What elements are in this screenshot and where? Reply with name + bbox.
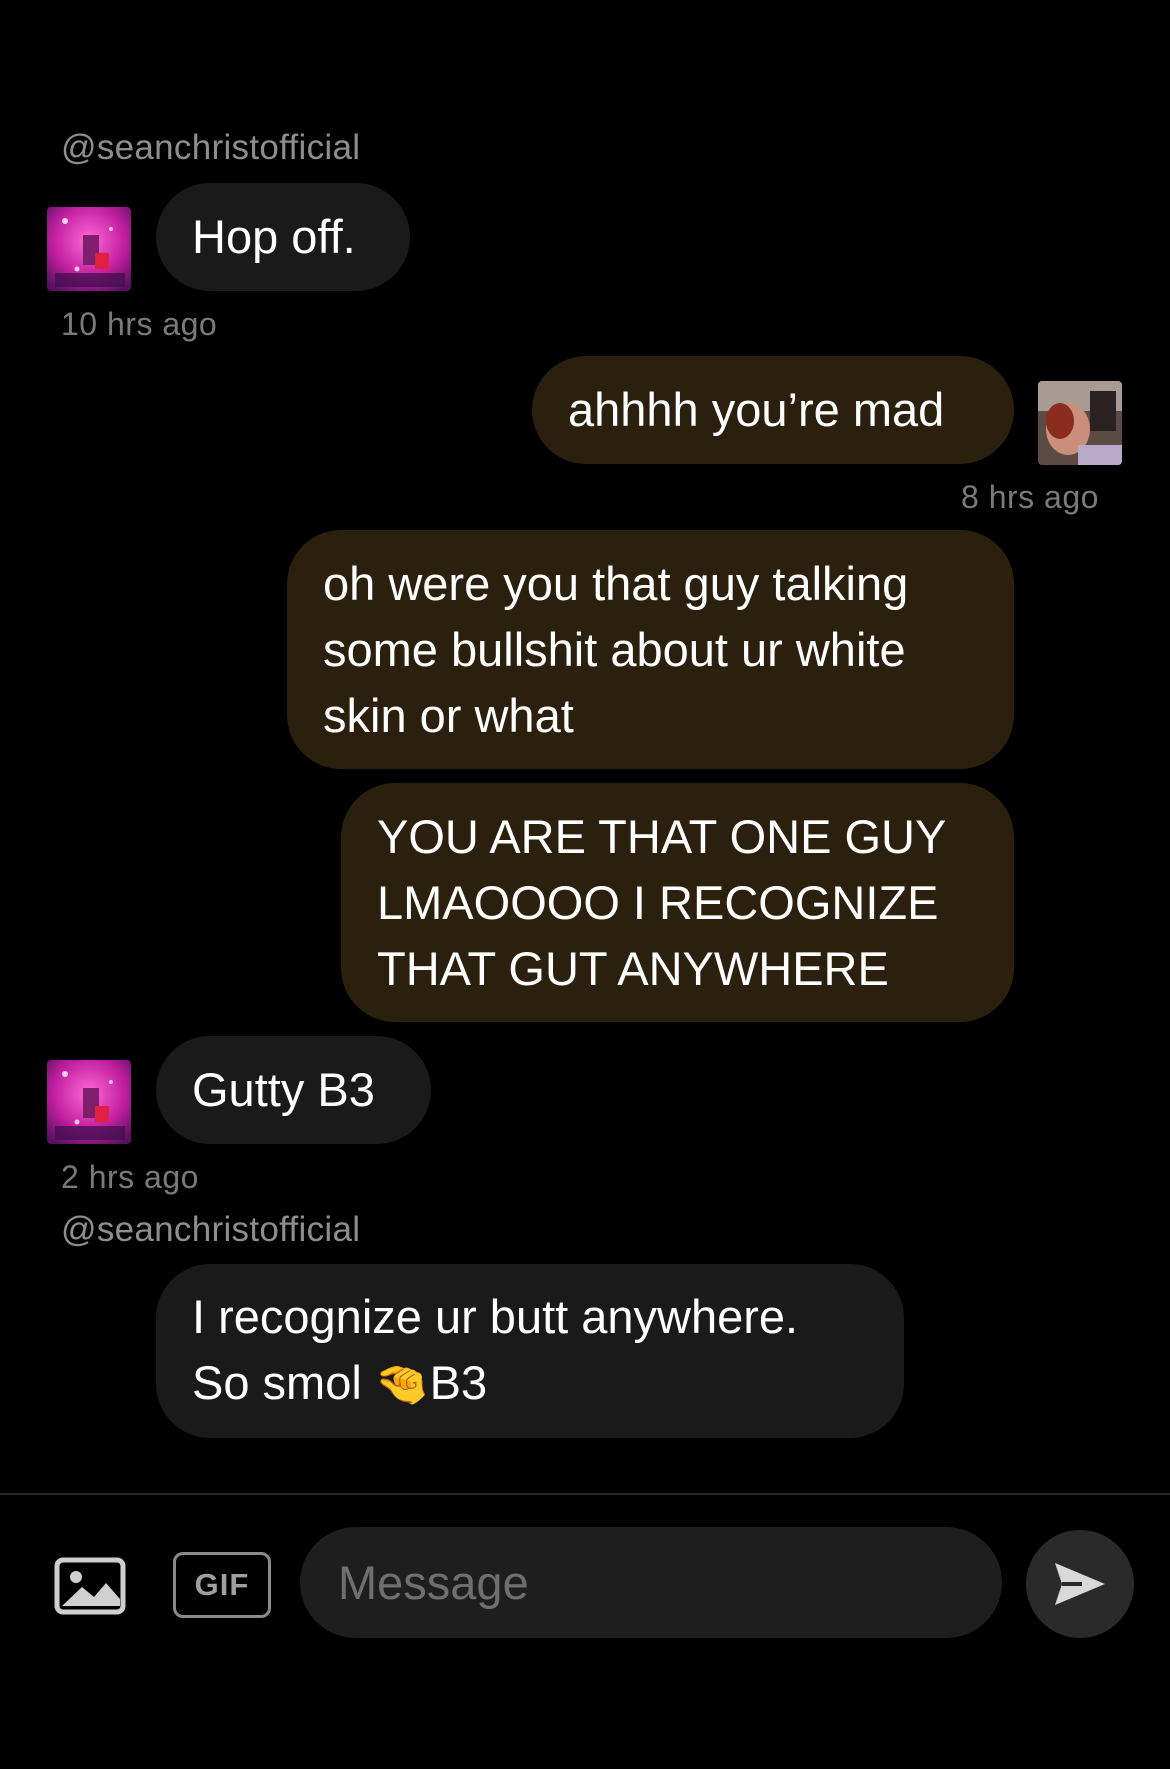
sender-username[interactable]: @seanchristofficial <box>61 1210 360 1250</box>
my-avatar[interactable] <box>1038 381 1122 465</box>
message-text-line: skin or what <box>323 688 574 742</box>
sender-avatar[interactable] <box>47 1060 131 1144</box>
send-icon <box>1055 1563 1105 1605</box>
image-icon <box>54 1557 126 1615</box>
message-timestamp: 8 hrs ago <box>961 479 1099 515</box>
message-text-line: YOU ARE THAT ONE GUY <box>377 809 947 863</box>
sender-username[interactable]: @seanchristofficial <box>61 128 360 168</box>
message-input[interactable] <box>300 1527 1002 1638</box>
message-timestamp: 10 hrs ago <box>61 306 218 342</box>
message-bubble-outgoing[interactable]: oh were you that guy talking some bullsh… <box>287 530 1014 769</box>
message-text-line: some bullshit about ur white <box>323 622 906 676</box>
message-timestamp: 2 hrs ago <box>61 1159 199 1195</box>
message-bubble-outgoing[interactable]: ahhhh you’re mad <box>532 356 1014 464</box>
pinching-hand-emoji: 🤏 <box>374 1359 430 1410</box>
message-bubble-outgoing[interactable]: YOU ARE THAT ONE GUY LMAOOOO I RECOGNIZE… <box>341 783 1014 1022</box>
message-text-line: THAT GUT ANYWHERE <box>377 941 889 995</box>
composer-divider <box>0 1493 1170 1495</box>
message-text: Hop off. <box>192 210 356 263</box>
message-text-line: I recognize ur butt anywhere. <box>192 1290 799 1343</box>
message-text-line: So smol 🤏B3 <box>192 1350 798 1418</box>
message-text-fragment: So smol <box>192 1356 362 1409</box>
image-button[interactable] <box>54 1557 126 1615</box>
message-text-fragment: B3 <box>429 1356 488 1409</box>
message-bubble-incoming[interactable]: Hop off. <box>156 183 410 291</box>
sender-avatar[interactable] <box>47 207 131 291</box>
message-text-line: oh were you that guy talking <box>323 556 909 610</box>
message-text: ahhhh you’re mad <box>568 383 945 436</box>
message-text: Gutty B3 <box>192 1063 375 1116</box>
gif-button[interactable]: GIF <box>173 1552 271 1618</box>
send-button[interactable] <box>1026 1530 1134 1638</box>
message-bubble-incoming[interactable]: Gutty B3 <box>156 1036 431 1144</box>
message-bubble-incoming[interactable]: I recognize ur butt anywhere. So smol 🤏B… <box>156 1264 904 1438</box>
message-text-line: LMAOOOO I RECOGNIZE <box>377 875 939 929</box>
